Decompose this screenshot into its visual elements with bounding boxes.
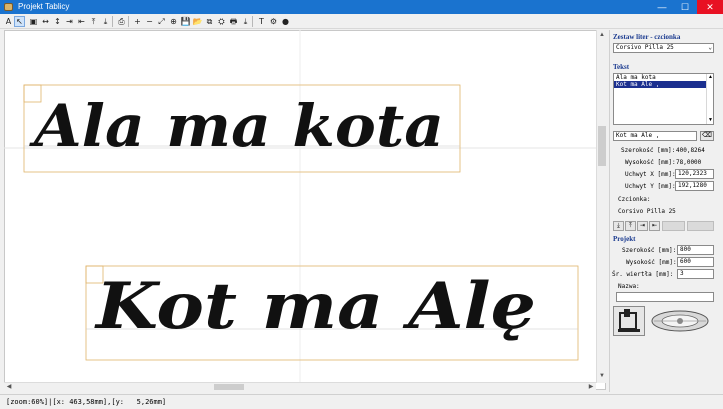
- copy-icon[interactable]: ⧉: [204, 16, 215, 27]
- logo-icon: [651, 310, 709, 332]
- height-label: Wysokość [mm]:: [625, 159, 676, 166]
- align-top-button[interactable]: ⤒: [625, 221, 636, 231]
- title-bar: Projekt Tablicy — ☐ ✕: [0, 0, 723, 14]
- empty-button[interactable]: [662, 221, 685, 231]
- save-icon[interactable]: 💾: [180, 16, 191, 27]
- align-right-icon[interactable]: ⇥: [64, 16, 75, 27]
- list-scroll-up-icon[interactable]: ▲: [708, 74, 713, 80]
- project-height-label: Wysokość [mm]:: [626, 259, 677, 266]
- tool-settings-icon[interactable]: ⚙: [268, 16, 279, 27]
- zoom-window-icon[interactable]: ⊕: [168, 16, 179, 27]
- horizontal-scrollbar[interactable]: ◀ ▶: [4, 382, 596, 390]
- canvas-drawing[interactable]: Ala ma kota Kot ma Alę: [4, 30, 596, 382]
- canvas-text-line-2: Kot ma Alę: [94, 269, 536, 344]
- project-width-label: Szerokość [mm]:: [622, 247, 677, 254]
- vertical-scrollbar[interactable]: ▲ ▼: [596, 30, 606, 383]
- maximize-button[interactable]: ☐: [674, 0, 696, 14]
- minimize-button[interactable]: —: [651, 0, 673, 14]
- scroll-right-icon[interactable]: ▶: [587, 383, 595, 391]
- font-name: Corsivo Pilla 25: [618, 208, 676, 215]
- text-settings-icon[interactable]: T: [256, 16, 267, 27]
- name-input[interactable]: [616, 292, 714, 302]
- toolbar: A ↖ ▣ ↔ ↕ ⇥ ⇤ ⤒ ⤓ ⎙ + − ⤢ ⊕ 💾 📂 ⧉ ⛭ 🖶 ⤓ T ⚙ ●: [0, 14, 723, 29]
- scroll-down-icon[interactable]: ▼: [598, 372, 606, 380]
- print-icon[interactable]: ⎙: [116, 16, 127, 27]
- font-select-value: Corsivo Pilla 25: [616, 44, 674, 51]
- canvas-text-line-1: Ala ma kota: [29, 92, 444, 160]
- font-select[interactable]: Corsivo Pilla 25 ⌄: [613, 43, 714, 53]
- status-bar: [zoom:60%]|[x: 463,58mm],[y: 5,26mm]: [0, 394, 723, 409]
- export-icon[interactable]: ⤓: [240, 16, 251, 27]
- align-bottom-icon[interactable]: ⤓: [100, 16, 111, 27]
- text-tool-icon[interactable]: A: [3, 16, 14, 27]
- align-top-icon: ⤒: [629, 223, 632, 229]
- project-section-title: Projekt: [613, 235, 636, 243]
- scroll-up-icon[interactable]: ▲: [598, 31, 606, 39]
- move-right-button[interactable]: ⇥: [637, 221, 648, 231]
- printer-icon[interactable]: 🖶: [228, 16, 239, 27]
- list-scrollbar[interactable]: ▲ ▼: [706, 74, 713, 124]
- anchor-y-label: Uchwyt Y [mm]:: [625, 183, 676, 190]
- height-value: 78,0000: [676, 159, 702, 166]
- select-frame-icon[interactable]: ▣: [28, 16, 39, 27]
- arrow-left-icon: ⇤: [651, 223, 658, 229]
- anchor-y-input[interactable]: 192,1280: [675, 181, 714, 191]
- drill-label: Śr. wiertła [mm]:: [612, 271, 674, 278]
- options-icon[interactable]: ●: [280, 16, 291, 27]
- project-width-input[interactable]: 800: [677, 245, 714, 255]
- text-action-buttons: ⤓ ⤒ ⇥ ⇤: [613, 221, 714, 231]
- text-section-title: Tekst: [613, 63, 630, 71]
- align-left-icon[interactable]: ⇤: [76, 16, 87, 27]
- app-icon: [4, 3, 13, 11]
- text-list[interactable]: Ala ma kota Kot ma Ale , ▲ ▼: [613, 73, 714, 125]
- generate-button[interactable]: [613, 306, 645, 336]
- delete-text-button[interactable]: ⌫: [700, 131, 714, 141]
- drill-icon[interactable]: ⛭: [216, 16, 227, 27]
- zoom-out-icon[interactable]: −: [144, 16, 155, 27]
- anchor-x-label: Uchwyt X [mm]:: [625, 171, 676, 178]
- vertical-scroll-thumb[interactable]: [598, 126, 606, 166]
- status-text: [zoom:60%]|[x: 463,58mm],[y: 5,26mm]: [6, 398, 167, 406]
- arrow-right-icon: ⇥: [639, 223, 646, 229]
- move-left-button[interactable]: ⇤: [649, 221, 660, 231]
- font-label: Czcionka:: [618, 196, 651, 203]
- move-horizontal-icon[interactable]: ↔: [40, 16, 51, 27]
- text-list-item[interactable]: Kot ma Ale ,: [614, 81, 707, 88]
- project-height-input[interactable]: 600: [677, 257, 714, 267]
- chevron-down-icon[interactable]: ⌄: [708, 44, 712, 52]
- text-list-item[interactable]: Ala ma kota: [614, 74, 707, 81]
- font-section-title: Zestaw liter - czcionka: [613, 33, 681, 41]
- drill-input[interactable]: 3: [677, 269, 714, 279]
- zoom-in-icon[interactable]: +: [132, 16, 143, 27]
- horizontal-scroll-thumb[interactable]: [214, 384, 244, 390]
- align-bottom-icon: ⤓: [617, 223, 620, 229]
- list-scroll-down-icon[interactable]: ▼: [708, 117, 713, 123]
- toolbar-separator: [128, 16, 129, 27]
- toolbar-separator: [252, 16, 253, 27]
- backspace-icon: ⌫: [702, 132, 712, 139]
- name-label: Nazwa:: [618, 283, 640, 290]
- window-title: Projekt Tablicy: [18, 2, 70, 11]
- width-label: Szerokość [mm]:: [621, 147, 676, 154]
- zoom-fit-icon[interactable]: ⤢: [156, 16, 167, 27]
- text-edit-input[interactable]: Kot ma Ale ,: [613, 131, 697, 141]
- pointer-tool-icon[interactable]: ↖: [14, 16, 25, 27]
- close-button[interactable]: ✕: [697, 0, 723, 14]
- toolbar-separator: [112, 16, 113, 27]
- properties-panel: Zestaw liter - czcionka Corsivo Pilla 25…: [609, 30, 723, 392]
- move-vertical-icon[interactable]: ↕: [52, 16, 63, 27]
- width-value: 400,8264: [676, 147, 705, 154]
- empty-button[interactable]: [687, 221, 714, 231]
- open-folder-icon[interactable]: 📂: [192, 16, 203, 27]
- align-bottom-button[interactable]: ⤓: [613, 221, 624, 231]
- scroll-left-icon[interactable]: ◀: [5, 383, 13, 391]
- company-logo: [648, 308, 712, 334]
- align-top-icon[interactable]: ⤒: [88, 16, 99, 27]
- machine-icon: [618, 309, 640, 332]
- anchor-x-input[interactable]: 120,2323: [675, 169, 714, 179]
